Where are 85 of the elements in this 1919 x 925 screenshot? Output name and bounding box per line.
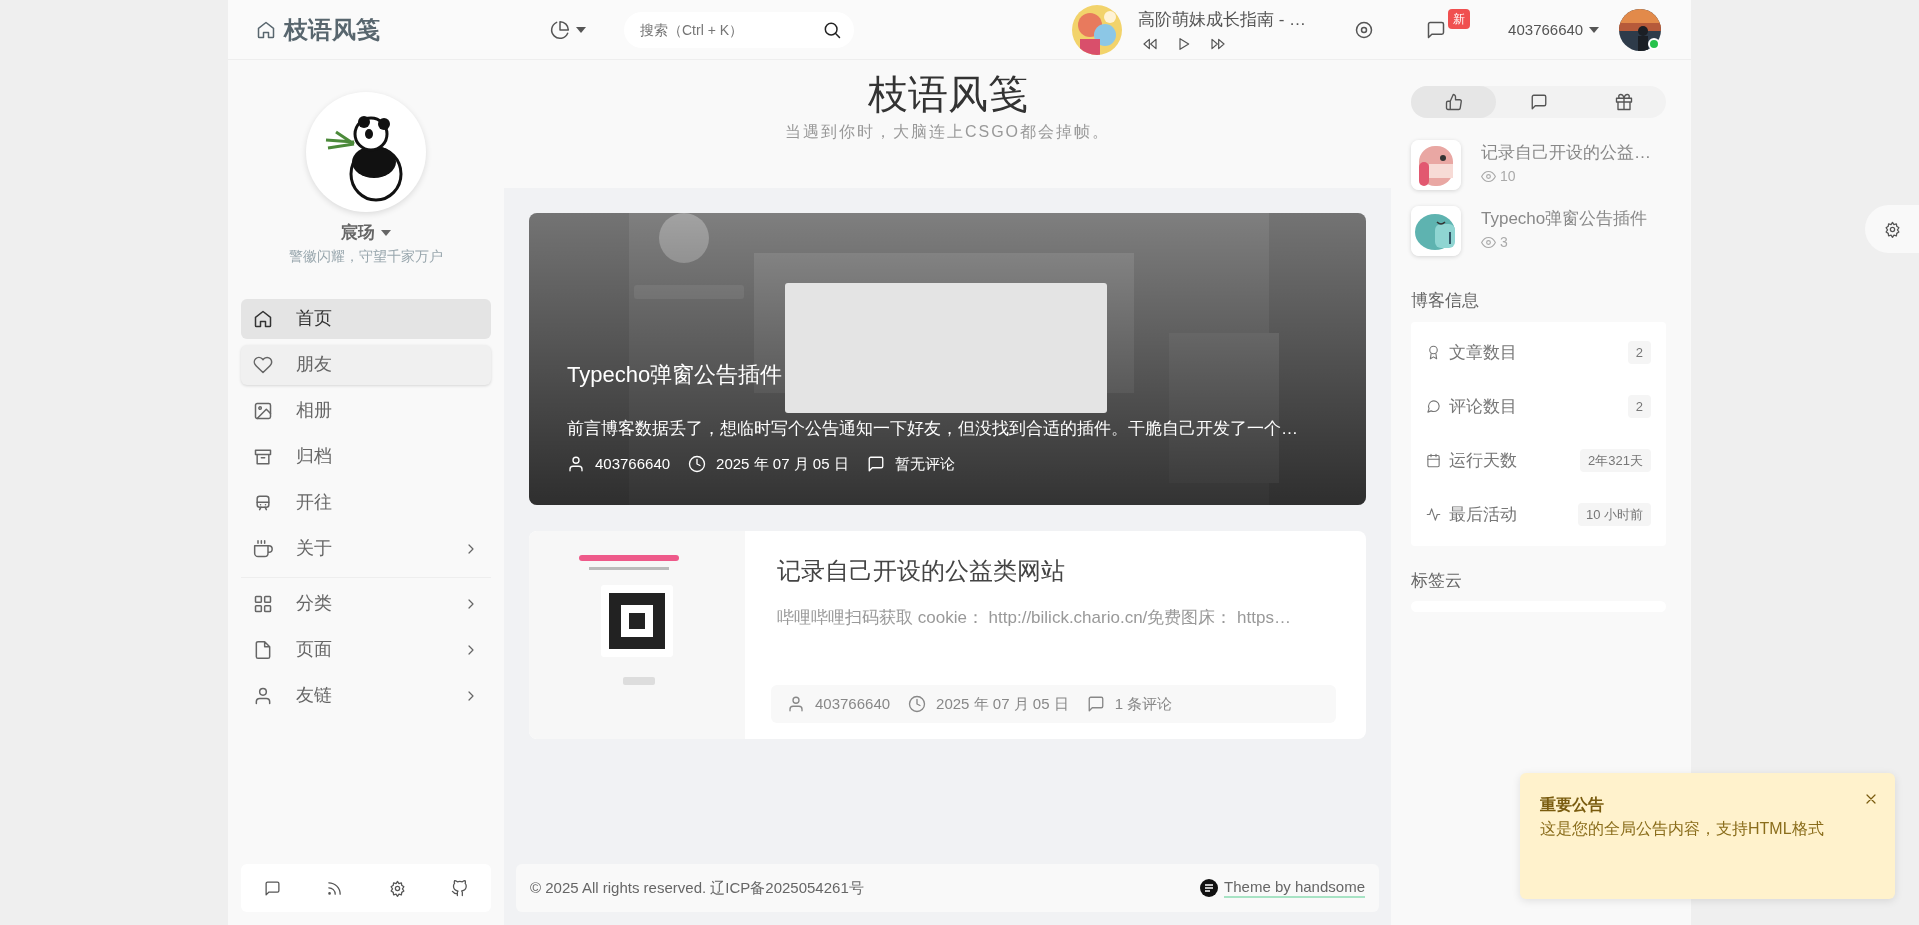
settings-button[interactable]	[1865, 205, 1919, 253]
author-name: 403766640	[815, 693, 891, 714]
cup-icon	[253, 538, 273, 559]
caret-icon	[381, 229, 391, 236]
site-title: 枝语风笺	[866, 72, 1029, 116]
comment-icon	[1086, 695, 1105, 713]
post-excerpt: 前言博客数据丢了，想临时写个公告通知一下好友，但没找到合适的插件。干脆自己开发了一个…	[567, 417, 1299, 440]
nav-item[interactable]: 朋友	[241, 344, 491, 385]
info-label: 最后活动	[1449, 503, 1517, 526]
nav-item[interactable]: 友链	[241, 675, 491, 716]
popular-post-link[interactable]: 记录自己开设的公益…	[1481, 140, 1651, 166]
caret-icon	[1589, 26, 1600, 33]
eye-icon	[1481, 234, 1496, 250]
document-icon	[253, 639, 273, 660]
comment-count: 1 条评论	[1114, 693, 1173, 714]
profile-motto: 警徽闪耀，守望千家万户	[288, 246, 444, 266]
nav-item[interactable]: 开往	[241, 482, 491, 523]
info-value: 10 小时前	[1577, 502, 1651, 527]
github-icon[interactable]	[451, 879, 469, 897]
section-heading: 标签云	[1411, 569, 1463, 592]
chat-icon[interactable]	[263, 879, 281, 897]
pie-chart-icon	[550, 19, 570, 40]
nav-item[interactable]: 归档	[241, 436, 491, 477]
gift-icon	[1614, 93, 1633, 111]
comment-icon	[1426, 399, 1441, 414]
settings-icon	[1883, 220, 1901, 238]
chat-icon	[1529, 93, 1548, 111]
activity-icon	[1426, 507, 1441, 522]
post-title-link[interactable]: Typecho弹窗公告插件	[567, 357, 1328, 391]
info-label: 运行天数	[1449, 449, 1517, 472]
info-value: 2	[1627, 340, 1651, 365]
view-count: 3	[1500, 232, 1508, 252]
rss-icon[interactable]	[326, 879, 344, 897]
nav-item[interactable]: 分类	[241, 583, 491, 624]
info-label: 文章数目	[1449, 341, 1517, 364]
featured-post-card[interactable]: Typecho弹窗公告插件 前言博客数据丢了，想临时写个公告通知一下好友，但没找到合适的插件。干脆自己开发了一个… 403766640 2025 年 07 月 05 日 暂无评论	[529, 213, 1366, 505]
user-icon	[787, 695, 805, 713]
comment-icon	[866, 454, 885, 473]
info-value: 2年321天	[1580, 448, 1651, 473]
settings-icon[interactable]	[388, 879, 406, 897]
home-icon[interactable]	[256, 19, 276, 40]
caret-icon	[576, 26, 586, 33]
home-icon	[253, 308, 273, 329]
disc-icon	[1354, 19, 1375, 40]
sidebar-tab[interactable]	[1411, 86, 1496, 118]
info-label: 评论数目	[1449, 395, 1517, 418]
user-menu[interactable]: 403766640	[1504, 22, 1604, 37]
post-date: 2025 年 07 月 05 日	[716, 453, 849, 474]
user-icon	[253, 685, 273, 706]
image-icon	[253, 400, 273, 421]
grid-icon	[253, 593, 273, 614]
award-icon	[1426, 345, 1441, 360]
new-badge: 新	[1448, 8, 1471, 29]
nav-item[interactable]: 关于	[241, 528, 491, 569]
calendar-icon	[1426, 453, 1441, 468]
user-icon	[567, 454, 585, 473]
chat-icon	[1426, 20, 1447, 41]
view-count: 10	[1500, 166, 1516, 186]
section-heading: 博客信息	[1411, 290, 1480, 312]
profile-name-dropdown[interactable]: 宸玚	[341, 220, 391, 246]
post-title-link[interactable]: 记录自己开设的公益类网站	[777, 553, 1336, 589]
site-tagline: 当遇到你时，大脑连上CSGO都会掉帧。	[783, 122, 1112, 142]
clock-icon	[908, 695, 927, 713]
play-icon	[1176, 36, 1192, 53]
post-excerpt: 哔哩哔哩扫码获取 cookie： http://bilick.chario.cn/免费图床： https…	[777, 607, 1292, 629]
nav-item[interactable]: 页面	[241, 629, 491, 670]
heart-icon	[253, 354, 273, 375]
info-value: 2	[1627, 394, 1651, 419]
song-title: 高阶萌妹成长指南 - …	[1138, 8, 1307, 31]
nav-item[interactable]: 相册	[241, 390, 491, 431]
site-logo-text[interactable]: 枝语风笺	[284, 11, 380, 48]
comment-count: 暂无评论	[894, 453, 955, 474]
author-name: 403766640	[595, 453, 671, 474]
post-date: 2025 年 07 月 05 日	[936, 693, 1069, 714]
popular-post-link[interactable]: Typecho弹窗公告插件	[1481, 206, 1648, 232]
theme-link[interactable]: Theme by handsome	[1224, 878, 1365, 898]
nav-item[interactable]: 首页	[241, 298, 491, 339]
thumbs-up-icon	[1444, 93, 1463, 111]
copyright-text: © 2025 All rights reserved. 辽ICP备2025054261号	[530, 877, 864, 898]
notice-text: 这是您的全局公告内容，支持HTML格式	[1540, 819, 1825, 839]
eye-icon	[1481, 168, 1496, 184]
theme-logo-icon	[1200, 879, 1219, 897]
notice-title: 重要公告	[1540, 795, 1605, 815]
search-field[interactable]: 搜索（Ctrl + K）	[624, 11, 854, 48]
clock-icon	[688, 454, 707, 473]
